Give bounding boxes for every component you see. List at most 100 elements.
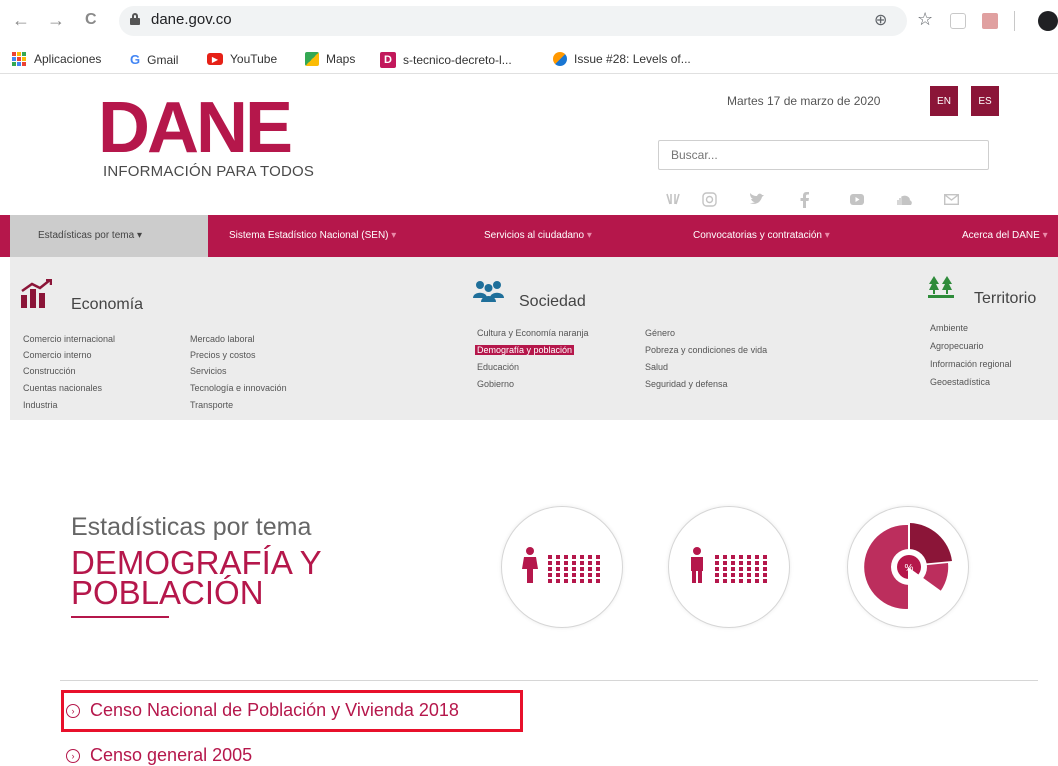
bookmark-label: Aplicaciones [34,52,102,66]
bookmark-star-icon[interactable]: ☆ [917,9,933,29]
forward-button[interactable]: → [47,10,65,30]
link-demografia[interactable]: Demografía y población [475,345,575,355]
extension-pdf-icon[interactable] [982,13,998,29]
chevron-down-icon: ▾ [136,230,142,241]
url-text[interactable]: dane.gov.co [151,11,232,28]
link-ambiente[interactable]: Ambiente [930,323,968,333]
profile-avatar-icon[interactable] [1038,11,1058,31]
link-informacion-regional[interactable]: Información regional [930,359,1012,369]
chevron-right-icon: › [66,748,80,763]
bookmark-maps[interactable]: Maps [305,52,355,66]
twitter-icon[interactable] [749,192,765,209]
highlight-box [61,690,523,732]
search-input[interactable] [658,140,989,170]
link-genero[interactable]: Género [645,328,675,338]
nav-label: Convocatorias y contratación [693,230,822,241]
bookmark-issue[interactable]: Issue #28: Levels of... [553,52,691,66]
economy-chart-icon [20,278,53,314]
bookmarks-bar: Aplicaciones G Gmail ▶ YouTube Maps D s-… [0,44,1058,74]
population-male-icon [691,547,767,583]
bookmark-label: s-tecnico-decreto-l... [403,53,512,67]
bookmark-youtube[interactable]: ▶ YouTube [207,52,277,66]
link-pobreza[interactable]: Pobreza y condiciones de vida [645,345,767,355]
title-underline [71,616,169,618]
link-construccion[interactable]: Construcción [23,366,76,376]
link-gobierno[interactable]: Gobierno [477,379,514,389]
nav-item-servicios[interactable]: Servicios al ciudadano ▾ [484,230,592,241]
link-servicios[interactable]: Servicios [190,366,227,376]
list-item-censo-2005[interactable]: › Censo general 2005 [66,745,252,766]
bookmark-gmail[interactable]: G Gmail [130,52,178,67]
link-geoestadistica[interactable]: Geoestadística [930,377,990,387]
nav-item-estadisticas[interactable]: Estadísticas por tema ▾ [10,215,208,257]
browser-toolbar: ← → C dane.gov.co ⊕ ☆ [0,0,1058,44]
lang-es-button[interactable]: ES [971,86,999,116]
percentage-pie-icon: % [864,523,952,613]
link-salud[interactable]: Salud [645,362,668,372]
lock-icon [130,13,140,25]
bookmark-label: Maps [326,52,356,66]
chevron-down-icon: ▾ [1042,230,1048,241]
statistics-pie-button[interactable]: % [847,506,969,628]
list-divider [60,680,1038,681]
address-bar[interactable] [119,6,907,36]
page-title: DEMOGRAFÍA Y POBLACIÓN [71,546,371,611]
main-navigation: Estadísticas por tema ▾ Sistema Estadíst… [0,215,1058,257]
nav-label: Acerca del DANE [962,230,1040,241]
instagram-icon[interactable] [702,192,717,210]
youtube-social-icon[interactable] [850,192,864,208]
back-button[interactable]: ← [12,10,30,30]
category-economia[interactable]: Economía [71,296,143,314]
chevron-down-icon: ▾ [824,230,830,241]
population-female-button[interactable] [501,506,623,628]
bookmark-decreto[interactable]: D s-tecnico-decreto-l... [380,52,512,68]
link-seguridad[interactable]: Seguridad y defensa [645,379,728,389]
bookmark-apps[interactable]: Aplicaciones [12,52,101,66]
category-territorio[interactable]: Territorio [974,290,1036,308]
youtube-icon: ▶ [207,53,223,65]
zoom-icon[interactable]: ⊕ [874,11,887,31]
current-date: Martes 17 de marzo de 2020 [727,94,881,108]
category-sociedad[interactable]: Sociedad [519,293,586,311]
page-title-line: POBLACIÓN [71,574,264,611]
territory-trees-icon [928,275,954,304]
population-female-icon [522,547,600,583]
google-icon: G [130,52,141,67]
mail-icon[interactable] [943,192,960,208]
nav-label: Estadísticas por tema [38,230,135,241]
link-industria[interactable]: Industria [23,400,58,410]
bookmark-label: Gmail [147,52,179,67]
dane-logo[interactable]: DANE [98,92,293,164]
chevron-down-icon: ▾ [586,230,592,241]
link-precios-costos[interactable]: Precios y costos [190,350,256,360]
link-cuentas-nacionales[interactable]: Cuentas nacionales [23,383,102,393]
nav-item-convocatorias[interactable]: Convocatorias y contratación ▾ [693,230,830,241]
link-comercio-interno[interactable]: Comercio interno [23,350,92,360]
extension-pocket-icon[interactable] [950,13,966,29]
nav-label: Sistema Estadístico Nacional (SEN) [229,230,389,241]
section-label: Estadísticas por tema [71,513,312,541]
link-cultura[interactable]: Cultura y Economía naranja [477,328,589,338]
link-educacion[interactable]: Educación [477,362,519,372]
nav-item-sen[interactable]: Sistema Estadístico Nacional (SEN) ▾ [229,230,396,241]
link-comercio-internacional[interactable]: Comercio internacional [23,334,115,344]
accessibility-icon[interactable] [665,192,681,209]
reload-button[interactable]: C [85,10,97,30]
chevron-down-icon: ▾ [391,230,397,241]
link-transporte[interactable]: Transporte [190,400,233,410]
society-people-icon [472,280,506,307]
link-tecnologia[interactable]: Tecnología e innovación [190,383,287,393]
toolbar-divider [1014,11,1015,31]
bookmark-label: YouTube [230,52,278,66]
link-mercado-laboral[interactable]: Mercado laboral [190,334,255,344]
facebook-icon[interactable] [800,192,809,211]
soundcloud-icon[interactable] [894,192,912,208]
issue-icon [553,52,567,66]
nav-item-acerca[interactable]: Acerca del DANE ▾ [962,230,1048,241]
maps-icon [305,52,319,66]
lang-en-button[interactable]: EN [930,86,958,116]
apps-icon [12,52,26,66]
population-male-button[interactable] [668,506,790,628]
bookmark-label: Issue #28: Levels of... [574,52,691,66]
link-agropecuario[interactable]: Agropecuario [930,341,984,351]
